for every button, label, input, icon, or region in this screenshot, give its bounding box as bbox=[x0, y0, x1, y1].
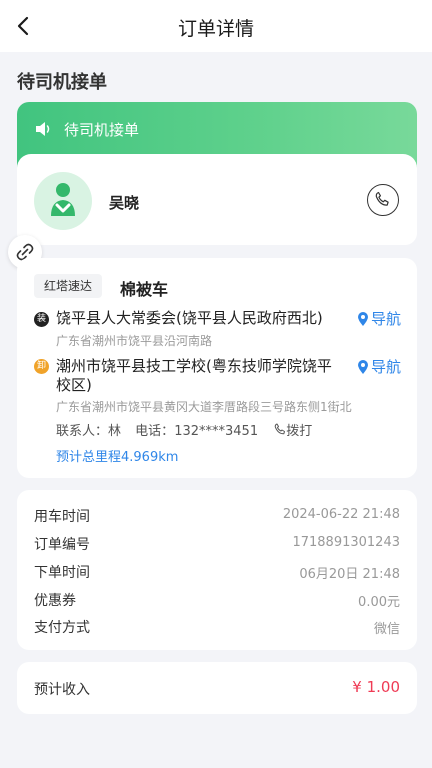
contact-phone: 132****3451 bbox=[174, 424, 259, 439]
income-label: 预计收入 bbox=[34, 682, 90, 698]
driver-info: 吴晓 bbox=[17, 154, 417, 245]
unload-address-name: 潮州市饶平县技工学校(粤东技师学院饶平校区) bbox=[56, 357, 332, 394]
page-title: 订单详情 bbox=[177, 18, 254, 40]
contact-label: 联系人： bbox=[56, 424, 109, 439]
driver-name: 吴晓 bbox=[109, 194, 140, 212]
call-contact-label: 拨打 bbox=[286, 424, 313, 439]
contact-row: 联系人：林 电话：132****3451 拨打 bbox=[56, 420, 312, 439]
order-info-card: 用车时间 2024-06-22 21:48 订单编号 1718891301243… bbox=[17, 490, 417, 650]
coupon-label: 优惠券 bbox=[34, 593, 76, 609]
phone-icon bbox=[375, 191, 389, 206]
payment-method-value: 微信 bbox=[373, 622, 400, 637]
top-navigation-bar: 订单详情 bbox=[0, 0, 432, 52]
load-point-icon: 装 bbox=[34, 312, 49, 327]
income-card: 预计收入 ¥ 1.00 bbox=[17, 662, 417, 714]
company-tag: 红塔速达 bbox=[34, 274, 103, 298]
order-time-row: 下单时间 06月20日 21:48 bbox=[34, 562, 400, 584]
coupon-row: 优惠券 0.00元 bbox=[34, 590, 400, 612]
order-number-label: 订单编号 bbox=[34, 537, 90, 553]
speaker-icon bbox=[36, 122, 50, 136]
payment-method-row: 支付方式 微信 bbox=[34, 617, 400, 639]
unload-address-detail: 广东省潮州市饶平县黄冈大道李厝路段三号路东侧1街北 bbox=[56, 400, 352, 414]
use-time-value: 2024-06-22 21:48 bbox=[282, 507, 400, 522]
use-time-row: 用车时间 2024-06-22 21:48 bbox=[34, 506, 400, 528]
call-contact-button[interactable]: 拨打 bbox=[274, 420, 312, 439]
coupon-value: 0.00元 bbox=[358, 595, 400, 610]
contact-name: 林 bbox=[108, 424, 122, 439]
use-time-label: 用车时间 bbox=[34, 509, 90, 525]
order-number-row: 订单编号 1718891301243 bbox=[34, 534, 400, 556]
driver-card: 待司机接单 吴晓 bbox=[17, 102, 417, 245]
location-pin-icon bbox=[358, 360, 368, 374]
call-driver-button[interactable] bbox=[367, 184, 399, 216]
status-banner-text: 待司机接单 bbox=[64, 121, 140, 139]
goods-name: 棉被车 bbox=[120, 280, 169, 299]
unload-navigation-label: 导航 bbox=[371, 358, 402, 376]
payment-method-label: 支付方式 bbox=[34, 620, 90, 636]
load-address-detail: 广东省潮州市饶平县沿河南路 bbox=[56, 334, 213, 348]
order-time-label: 下单时间 bbox=[34, 565, 90, 581]
location-pin-icon bbox=[358, 312, 368, 326]
driver-avatar-icon bbox=[34, 172, 92, 230]
income-value: ¥ 1.00 bbox=[352, 678, 400, 696]
unload-point-icon: 卸 bbox=[34, 359, 49, 374]
load-navigation-label: 导航 bbox=[371, 310, 402, 328]
load-address-name: 饶平县人大常委会(饶平县人民政府西北) bbox=[56, 309, 323, 327]
order-number-value: 1718891301243 bbox=[292, 535, 400, 550]
phone-icon bbox=[274, 423, 286, 435]
order-card: 红塔速达 棉被车 装 饶平县人大常委会(饶平县人民政府西北) 广东省潮州市饶平县… bbox=[17, 258, 417, 478]
phone-label: 电话： bbox=[135, 424, 175, 439]
order-time-value: 06月20日 21:48 bbox=[299, 567, 400, 582]
order-status-title: 待司机接单 bbox=[17, 72, 107, 93]
estimated-mileage: 预计总里程4.969km bbox=[56, 450, 179, 465]
